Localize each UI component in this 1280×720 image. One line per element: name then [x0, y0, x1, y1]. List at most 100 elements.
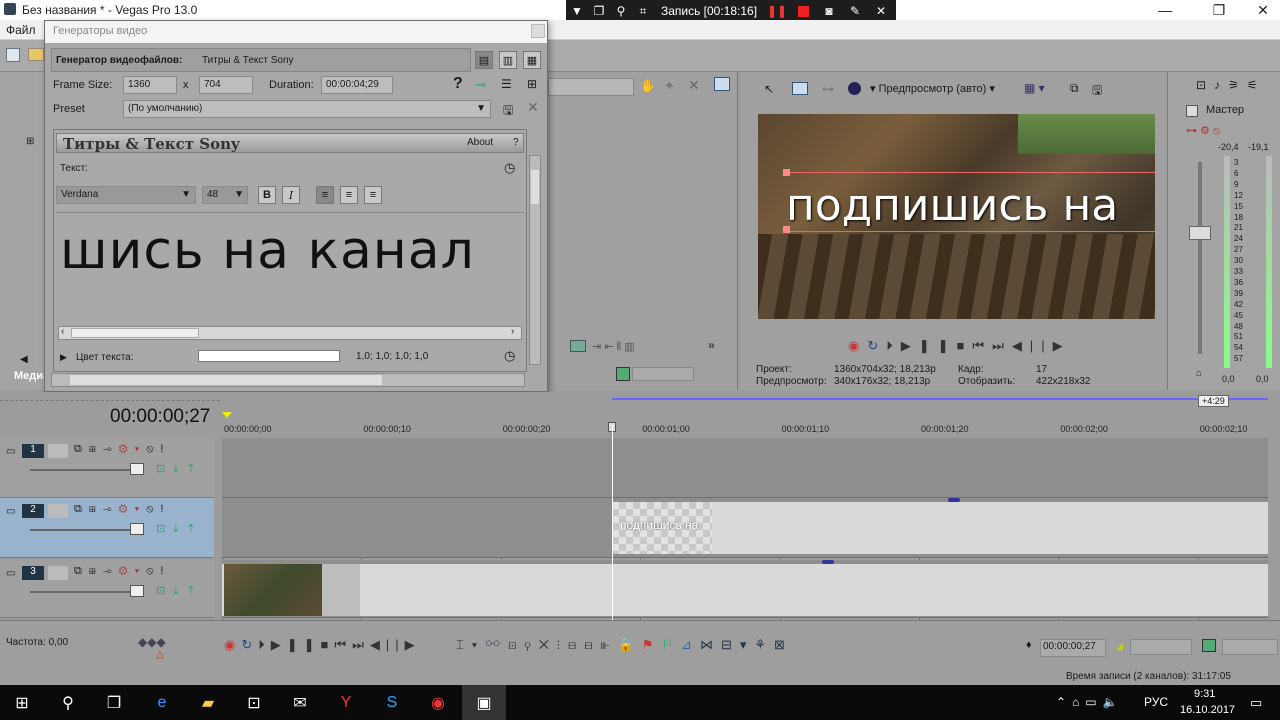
- task-view-icon[interactable]: ❐: [92, 685, 136, 720]
- fx-chain-icon[interactable]: ⊸: [103, 503, 119, 515]
- italic-button[interactable]: I: [282, 186, 300, 204]
- selection-end-field[interactable]: [1222, 639, 1278, 655]
- frame-height-input[interactable]: 704: [199, 76, 253, 94]
- region-icon[interactable]: ⚐: [661, 637, 681, 652]
- motion-icon[interactable]: ⊞: [89, 565, 103, 577]
- solo-icon[interactable]: !: [160, 443, 170, 455]
- play-from-start-icon[interactable]: ⏵: [886, 338, 901, 353]
- master-toolbar-icons[interactable]: ⊡♪⚞⚟: [1196, 78, 1266, 92]
- font-select[interactable]: Verdana ▼: [56, 186, 196, 204]
- scroll-left-icon[interactable]: ‹: [61, 326, 64, 337]
- trimmer-tools-icon[interactable]: ⇥ ⇤ ⫴ ▥: [592, 340, 635, 354]
- master-fx-icon[interactable]: ⊶ ⚙ ⦸: [1186, 124, 1220, 138]
- collapse-icon[interactable]: ▭: [6, 506, 15, 517]
- stop-icon[interactable]: ■: [321, 637, 335, 652]
- view-grid-icon[interactable]: ▦: [523, 51, 541, 69]
- explorer-icon[interactable]: ▰: [186, 685, 230, 720]
- track-header[interactable]: ▭ 1 ⧉⊞⊸⚙▾⦸! ⊡⇣⇡: [0, 438, 214, 498]
- minimize-button[interactable]: —: [1142, 0, 1188, 20]
- envelope-tool-icon[interactable]: ⚯: [485, 637, 508, 652]
- scroll-thumb[interactable]: [70, 375, 382, 385]
- start-icon[interactable]: ⊞: [0, 685, 44, 720]
- dialog-close-button[interactable]: [531, 24, 545, 38]
- track-header[interactable]: ▭ 2 ⧉⊞⊸⚙▾⦸! ⊡⇣⇡: [0, 498, 214, 558]
- trim-end-icon[interactable]: ⊟: [584, 637, 600, 652]
- track-fx-icon[interactable]: ⚙▾: [119, 443, 147, 455]
- ripple-icon[interactable]: ⊟▾: [721, 637, 754, 652]
- trimmer-field[interactable]: [632, 367, 694, 381]
- collapse-icon[interactable]: ▭: [6, 568, 15, 579]
- view-detail-icon[interactable]: ▥: [499, 51, 517, 69]
- box-handle[interactable]: [783, 169, 790, 176]
- preview-quality-icon[interactable]: [848, 82, 861, 95]
- record-icon[interactable]: ◉: [224, 637, 241, 652]
- trim-icon[interactable]: ⫶: [557, 637, 568, 652]
- next-frame-icon[interactable]: |▶: [395, 637, 420, 652]
- pen-icon[interactable]: ✎: [842, 0, 868, 22]
- copy-snapshot-icon[interactable]: ⧉: [1070, 81, 1079, 96]
- compositing-icon[interactable]: ⧉: [74, 443, 89, 455]
- collapse-icon[interactable]: ▼: [566, 0, 588, 22]
- save-snapshot-icon[interactable]: 🖫: [1092, 81, 1102, 102]
- level-slider-handle[interactable]: [130, 523, 144, 535]
- record-icon[interactable]: ◉: [848, 338, 867, 353]
- camera-icon[interactable]: ◙: [816, 0, 842, 22]
- track-lane[interactable]: [222, 560, 1268, 618]
- store-icon[interactable]: ⊡: [232, 685, 276, 720]
- trimmer-dropdown[interactable]: [548, 78, 634, 96]
- lock-icon[interactable]: 🔒: [618, 637, 642, 652]
- level-slider[interactable]: [30, 529, 138, 531]
- rate-slider-icon[interactable]: ◆◆◆: [138, 635, 166, 649]
- tray-icons[interactable]: ⌃⌂▭🔈: [1056, 695, 1124, 709]
- bold-button[interactable]: B: [258, 186, 276, 204]
- split-icon[interactable]: ⊪: [601, 637, 618, 652]
- solo-icon[interactable]: !: [160, 503, 170, 515]
- go-end-icon[interactable]: ⏭: [992, 338, 1012, 353]
- trimmer-monitor-icon[interactable]: [714, 77, 730, 91]
- track-aux-icons[interactable]: ⊡⇣⇡: [156, 522, 202, 535]
- scroll-thumb[interactable]: [531, 170, 539, 204]
- pause-icon[interactable]: ❚❚: [919, 338, 957, 353]
- stop-icon[interactable]: [790, 0, 816, 22]
- motion-icon[interactable]: ⊞: [89, 503, 103, 515]
- selection-length-field[interactable]: [1130, 639, 1192, 655]
- level-slider-handle[interactable]: [130, 585, 144, 597]
- timeline-ruler[interactable]: 00:00:00;00 00:00:00;10 00:00:00;20 00:00:0…: [222, 422, 1268, 438]
- stop-icon[interactable]: ■: [957, 338, 973, 353]
- plugin-chain-icon[interactable]: ⊸: [475, 77, 486, 93]
- snapping-icon[interactable]: ⊿: [681, 637, 700, 652]
- recorder-icon[interactable]: ◉: [416, 685, 460, 720]
- track-fx-icon[interactable]: ⚙▾: [119, 565, 147, 577]
- mute-icon[interactable]: ⦸: [146, 443, 160, 455]
- scroll-right-icon[interactable]: ›: [511, 326, 514, 337]
- preview-settings-icon[interactable]: ↖: [764, 82, 774, 96]
- marker-icon[interactable]: ⚑: [642, 637, 662, 652]
- text-color-swatch[interactable]: [198, 350, 340, 362]
- compositing-icon[interactable]: ⧉: [74, 503, 89, 515]
- yandex-icon[interactable]: Y: [324, 685, 368, 720]
- new-project-icon[interactable]: [6, 48, 20, 62]
- trim-start-icon[interactable]: ⊟: [568, 637, 584, 652]
- window-icon[interactable]: ❐: [588, 0, 610, 22]
- level-slider[interactable]: [30, 591, 138, 593]
- open-folder-icon[interactable]: [28, 48, 44, 61]
- align-right-button[interactable]: ≡: [364, 186, 382, 204]
- play-icon[interactable]: ▶: [901, 338, 919, 353]
- save-preset-icon[interactable]: 🖫: [503, 101, 513, 122]
- frame-width-input[interactable]: 1360: [123, 76, 177, 94]
- color-keyframe-icon[interactable]: ◷: [504, 348, 515, 364]
- pause-icon[interactable]: ❚❚: [764, 0, 790, 22]
- scroll-left-icon[interactable]: ◀: [20, 354, 28, 365]
- level-slider-handle[interactable]: [130, 463, 144, 475]
- lock-icon[interactable]: ⌂: [1196, 368, 1202, 379]
- motion-icon[interactable]: ⊞: [89, 443, 103, 455]
- auto-crossfade-icon[interactable]: ⋈: [700, 637, 721, 652]
- track-aux-icons[interactable]: ⊡⇣⇡: [156, 584, 202, 597]
- settings-icon[interactable]: ☰: [501, 77, 512, 91]
- track-lane[interactable]: [222, 438, 1268, 498]
- expand-arrow-icon[interactable]: ▶: [60, 352, 67, 363]
- delete-preset-icon[interactable]: ✕: [527, 99, 539, 116]
- close-button[interactable]: ✕: [1240, 0, 1280, 20]
- trimmer-more-icon[interactable]: »: [708, 338, 715, 352]
- level-slider[interactable]: [30, 469, 138, 471]
